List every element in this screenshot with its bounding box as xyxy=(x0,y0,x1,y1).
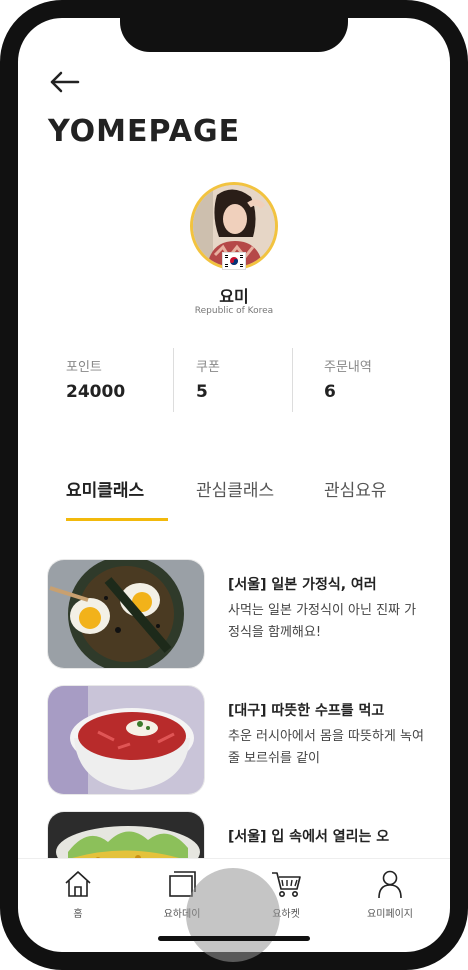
page-title: YOMEPAGE xyxy=(48,114,241,149)
stat-value: 6 xyxy=(324,382,336,402)
home-indicator[interactable] xyxy=(158,936,310,941)
phone-screen: YOMEPAGE 요미 Republic of Korea 포인트 24000 … xyxy=(0,0,468,970)
class-title: [대구] 따뜻한 수프를 먹고 xyxy=(228,703,385,719)
tab-interest-class[interactable]: 관심클래스 xyxy=(196,476,274,501)
stats-row: 포인트 24000 쿠폰 5 주문내역 6 xyxy=(48,348,428,412)
stat-value: 5 xyxy=(196,382,208,402)
profile-country: Republic of Korea xyxy=(194,306,274,316)
stat-label: 포인트 xyxy=(66,360,102,375)
device-notch xyxy=(120,0,348,52)
tab-bar: 요미클래스 관심클래스 관심요유 xyxy=(48,476,428,526)
class-thumbnail xyxy=(48,686,204,794)
class-description: 추운 러시아에서 몸을 따뜻하게 녹여줄 보르쉬를 같이 xyxy=(228,729,424,766)
home-icon xyxy=(65,871,91,897)
divider xyxy=(292,348,293,412)
divider xyxy=(173,348,174,412)
nav-yomipage[interactable]: 요미페이지 xyxy=(350,869,430,929)
stat-label: 주문내역 xyxy=(324,360,372,375)
nav-home[interactable]: 홈 xyxy=(38,869,118,929)
class-title: [서울] 일본 가정식, 여러 xyxy=(228,577,377,593)
user-icon xyxy=(378,870,402,899)
list-item[interactable]: [대구] 따뜻한 수프를 먹고 추운 러시아에서 몸을 따뜻하게 녹여줄 보르쉬… xyxy=(48,686,432,802)
class-thumbnail xyxy=(48,560,204,668)
profile-avatar[interactable] xyxy=(190,182,278,270)
profile-name: 요미 xyxy=(219,287,249,306)
class-description: 사먹는 일본 가정식이 아닌 진짜 가정식을 함께해요! xyxy=(228,603,417,640)
touch-indicator xyxy=(186,868,280,962)
nav-label: 홈 xyxy=(73,909,83,920)
korea-flag-icon xyxy=(222,252,246,270)
class-title: [서울] 입 속에서 열리는 오 xyxy=(228,829,390,845)
stat-value: 24000 xyxy=(66,382,126,402)
active-tab-indicator xyxy=(66,518,168,521)
tab-interest-recipe[interactable]: 관심요유 xyxy=(324,476,387,501)
tab-yomi-class[interactable]: 요미클래스 xyxy=(66,476,144,501)
back-arrow-icon[interactable] xyxy=(48,64,84,100)
stat-label: 쿠폰 xyxy=(196,360,220,375)
list-item[interactable]: [서울] 일본 가정식, 여러 사먹는 일본 가정식이 아닌 진짜 가정식을 함… xyxy=(48,560,432,676)
nav-label: 요미페이지 xyxy=(367,909,413,920)
